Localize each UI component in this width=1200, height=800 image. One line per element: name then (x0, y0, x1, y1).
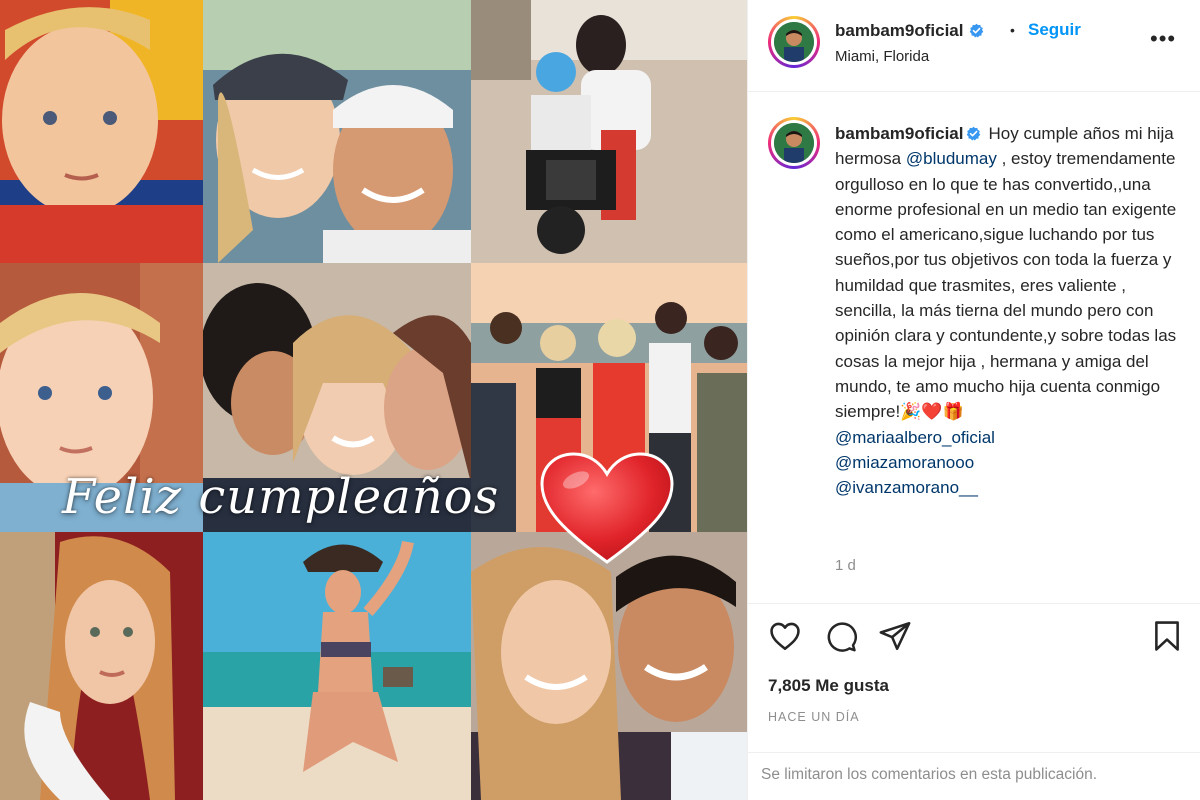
collage-photo-family-kiss (203, 263, 471, 532)
likes-count[interactable]: 7,805 Me gusta (768, 676, 889, 696)
caption-time-ago[interactable]: 1 d (835, 557, 856, 574)
comments-limited-text: Se limitaron los comentarios en esta pub… (761, 766, 1098, 783)
heart-sticker-icon (536, 450, 678, 570)
follow-button[interactable]: Seguir (1028, 20, 1081, 40)
caption-author-avatar[interactable] (768, 117, 820, 169)
caption-text-part-2: , estoy tremendamente orgulloso en lo qu… (835, 149, 1177, 422)
verified-badge-icon (969, 23, 983, 38)
collage-photo-selfie-cap (203, 0, 471, 263)
more-options-icon[interactable]: ••• (1150, 28, 1176, 50)
mention-link[interactable]: @bludumay (906, 149, 997, 168)
bookmark-icon[interactable] (1150, 619, 1184, 653)
collage-photo-motorbike (471, 0, 747, 263)
post-caption: bambam9oficial Hoy cumple años mi hija he… (835, 121, 1180, 500)
mention-link[interactable]: @mariaalbero_oficial (835, 428, 995, 447)
post-actions: 7,805 Me gusta HACE UN DÍA (748, 603, 1200, 753)
separator-dot: • (1010, 22, 1015, 38)
collage-photo-beach (203, 532, 471, 800)
comments-limited-notice: Se limitaron los comentarios en esta pub… (748, 752, 1200, 800)
post-image-collage[interactable] (0, 0, 747, 800)
author-avatar[interactable] (768, 16, 820, 68)
post-header: bambam9oficial • Seguir Miami, Florida •… (748, 0, 1200, 92)
post-location[interactable]: Miami, Florida (835, 48, 929, 65)
comment-icon[interactable] (824, 619, 858, 653)
mention-link[interactable]: @ivanzamorano__ (835, 478, 978, 497)
share-icon[interactable] (878, 619, 912, 653)
collage-photo-child-portrait (0, 0, 203, 263)
collage-photo-selfie-father-daughter (471, 532, 747, 800)
caption-section: bambam9oficial Hoy cumple años mi hija he… (748, 93, 1200, 603)
caption-username[interactable]: bambam9oficial (835, 124, 985, 143)
post-detail-panel: bambam9oficial • Seguir Miami, Florida •… (747, 0, 1200, 800)
collage-photo-portrait-wings (0, 532, 203, 800)
post-date[interactable]: HACE UN DÍA (768, 710, 860, 724)
verified-badge-icon (966, 126, 980, 141)
heart-icon[interactable] (768, 619, 802, 653)
author-username[interactable]: bambam9oficial (835, 21, 984, 41)
caption-emoji: 🎉❤️🎁 (900, 402, 964, 422)
collage-photo-child-closeup (0, 263, 203, 532)
mention-link[interactable]: @miazamoranooo (835, 453, 974, 472)
